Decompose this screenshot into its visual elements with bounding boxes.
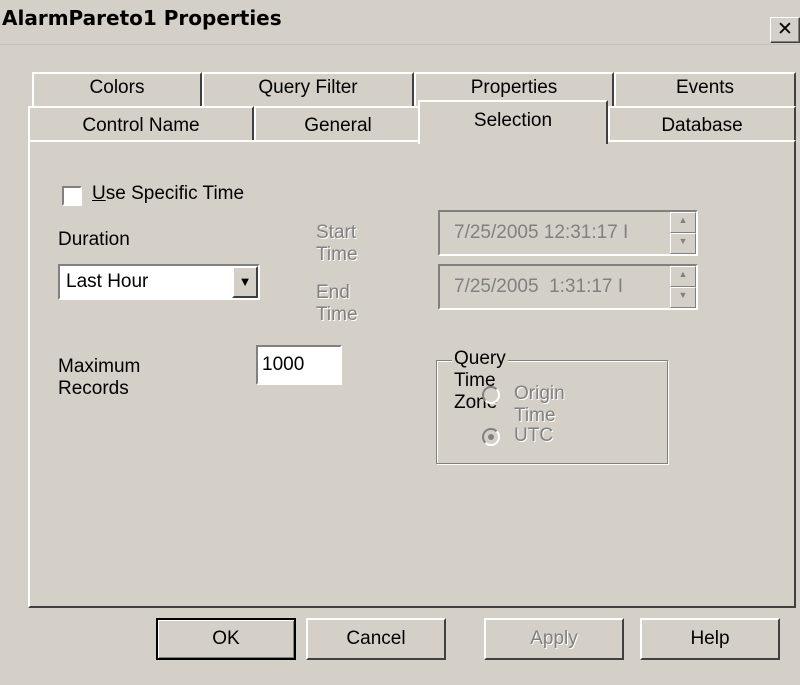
tab-colors[interactable]: Colors <box>32 72 202 106</box>
duration-label: Duration <box>58 229 130 250</box>
max-records-label: Maximum Records <box>58 356 141 399</box>
tab-events[interactable]: Events <box>614 72 796 106</box>
tab-selection[interactable]: Selection <box>418 100 608 144</box>
use-specific-time-label-first: U <box>92 183 106 204</box>
end-time-label: End Time <box>316 282 358 325</box>
origin-time-label[interactable]: Origin Time <box>514 383 565 427</box>
arrow-down-icon: ▼ <box>678 236 688 246</box>
start-time-spin-down[interactable]: ▼ <box>670 233 696 254</box>
radio-selected-dot <box>488 434 494 440</box>
use-specific-time-checkbox[interactable] <box>62 186 82 206</box>
end-time-spin-down[interactable]: ▼ <box>670 287 696 308</box>
cancel-button[interactable]: Cancel <box>306 618 446 660</box>
utc-label[interactable]: UTC <box>514 425 553 447</box>
close-button[interactable]: ✕ <box>770 17 800 43</box>
duration-select[interactable]: Last Hour ▼ <box>58 264 260 300</box>
utc-radio[interactable] <box>482 428 500 446</box>
end-time-value: 7/25/2005 1:31:17 I <box>454 276 624 297</box>
arrow-down-icon: ▼ <box>678 290 688 300</box>
duration-value: Last Hour <box>66 271 149 292</box>
max-records-value: 1000 <box>262 354 305 375</box>
ok-button[interactable]: OK <box>156 618 296 660</box>
chevron-down-icon: ▼ <box>238 274 252 289</box>
title-bar: AlarmPareto1 Properties ✕ <box>0 0 800 45</box>
help-button[interactable]: Help <box>640 618 780 660</box>
duration-dropdown-button[interactable]: ▼ <box>232 266 258 298</box>
start-time-field[interactable]: 7/25/2005 12:31:17 I ▲ ▼ <box>438 210 698 256</box>
window-title: AlarmPareto1 Properties <box>2 6 282 30</box>
use-specific-time-label[interactable]: Use Specific Time <box>92 183 244 205</box>
end-time-field[interactable]: 7/25/2005 1:31:17 I ▲ ▼ <box>438 264 698 310</box>
query-time-zone-label: Query Time Zone <box>452 348 508 414</box>
tab-control-name[interactable]: Control Name <box>28 106 254 142</box>
tab-database[interactable]: Database <box>608 106 796 142</box>
end-time-spin-up[interactable]: ▲ <box>670 266 696 287</box>
tab-query-filter[interactable]: Query Filter <box>202 72 414 106</box>
arrow-up-icon: ▲ <box>678 269 688 279</box>
origin-time-radio[interactable] <box>482 386 500 404</box>
arrow-up-icon: ▲ <box>678 215 688 225</box>
start-time-spin-up[interactable]: ▲ <box>670 212 696 233</box>
start-time-value: 7/25/2005 12:31:17 I <box>454 222 629 243</box>
use-specific-time-label-text: se Specific Time <box>105 183 245 204</box>
start-time-label: Start Time <box>316 222 358 265</box>
max-records-input[interactable]: 1000 <box>256 345 342 385</box>
tab-general[interactable]: General <box>254 106 422 142</box>
apply-button[interactable]: Apply <box>484 618 624 660</box>
close-icon: ✕ <box>777 19 793 40</box>
